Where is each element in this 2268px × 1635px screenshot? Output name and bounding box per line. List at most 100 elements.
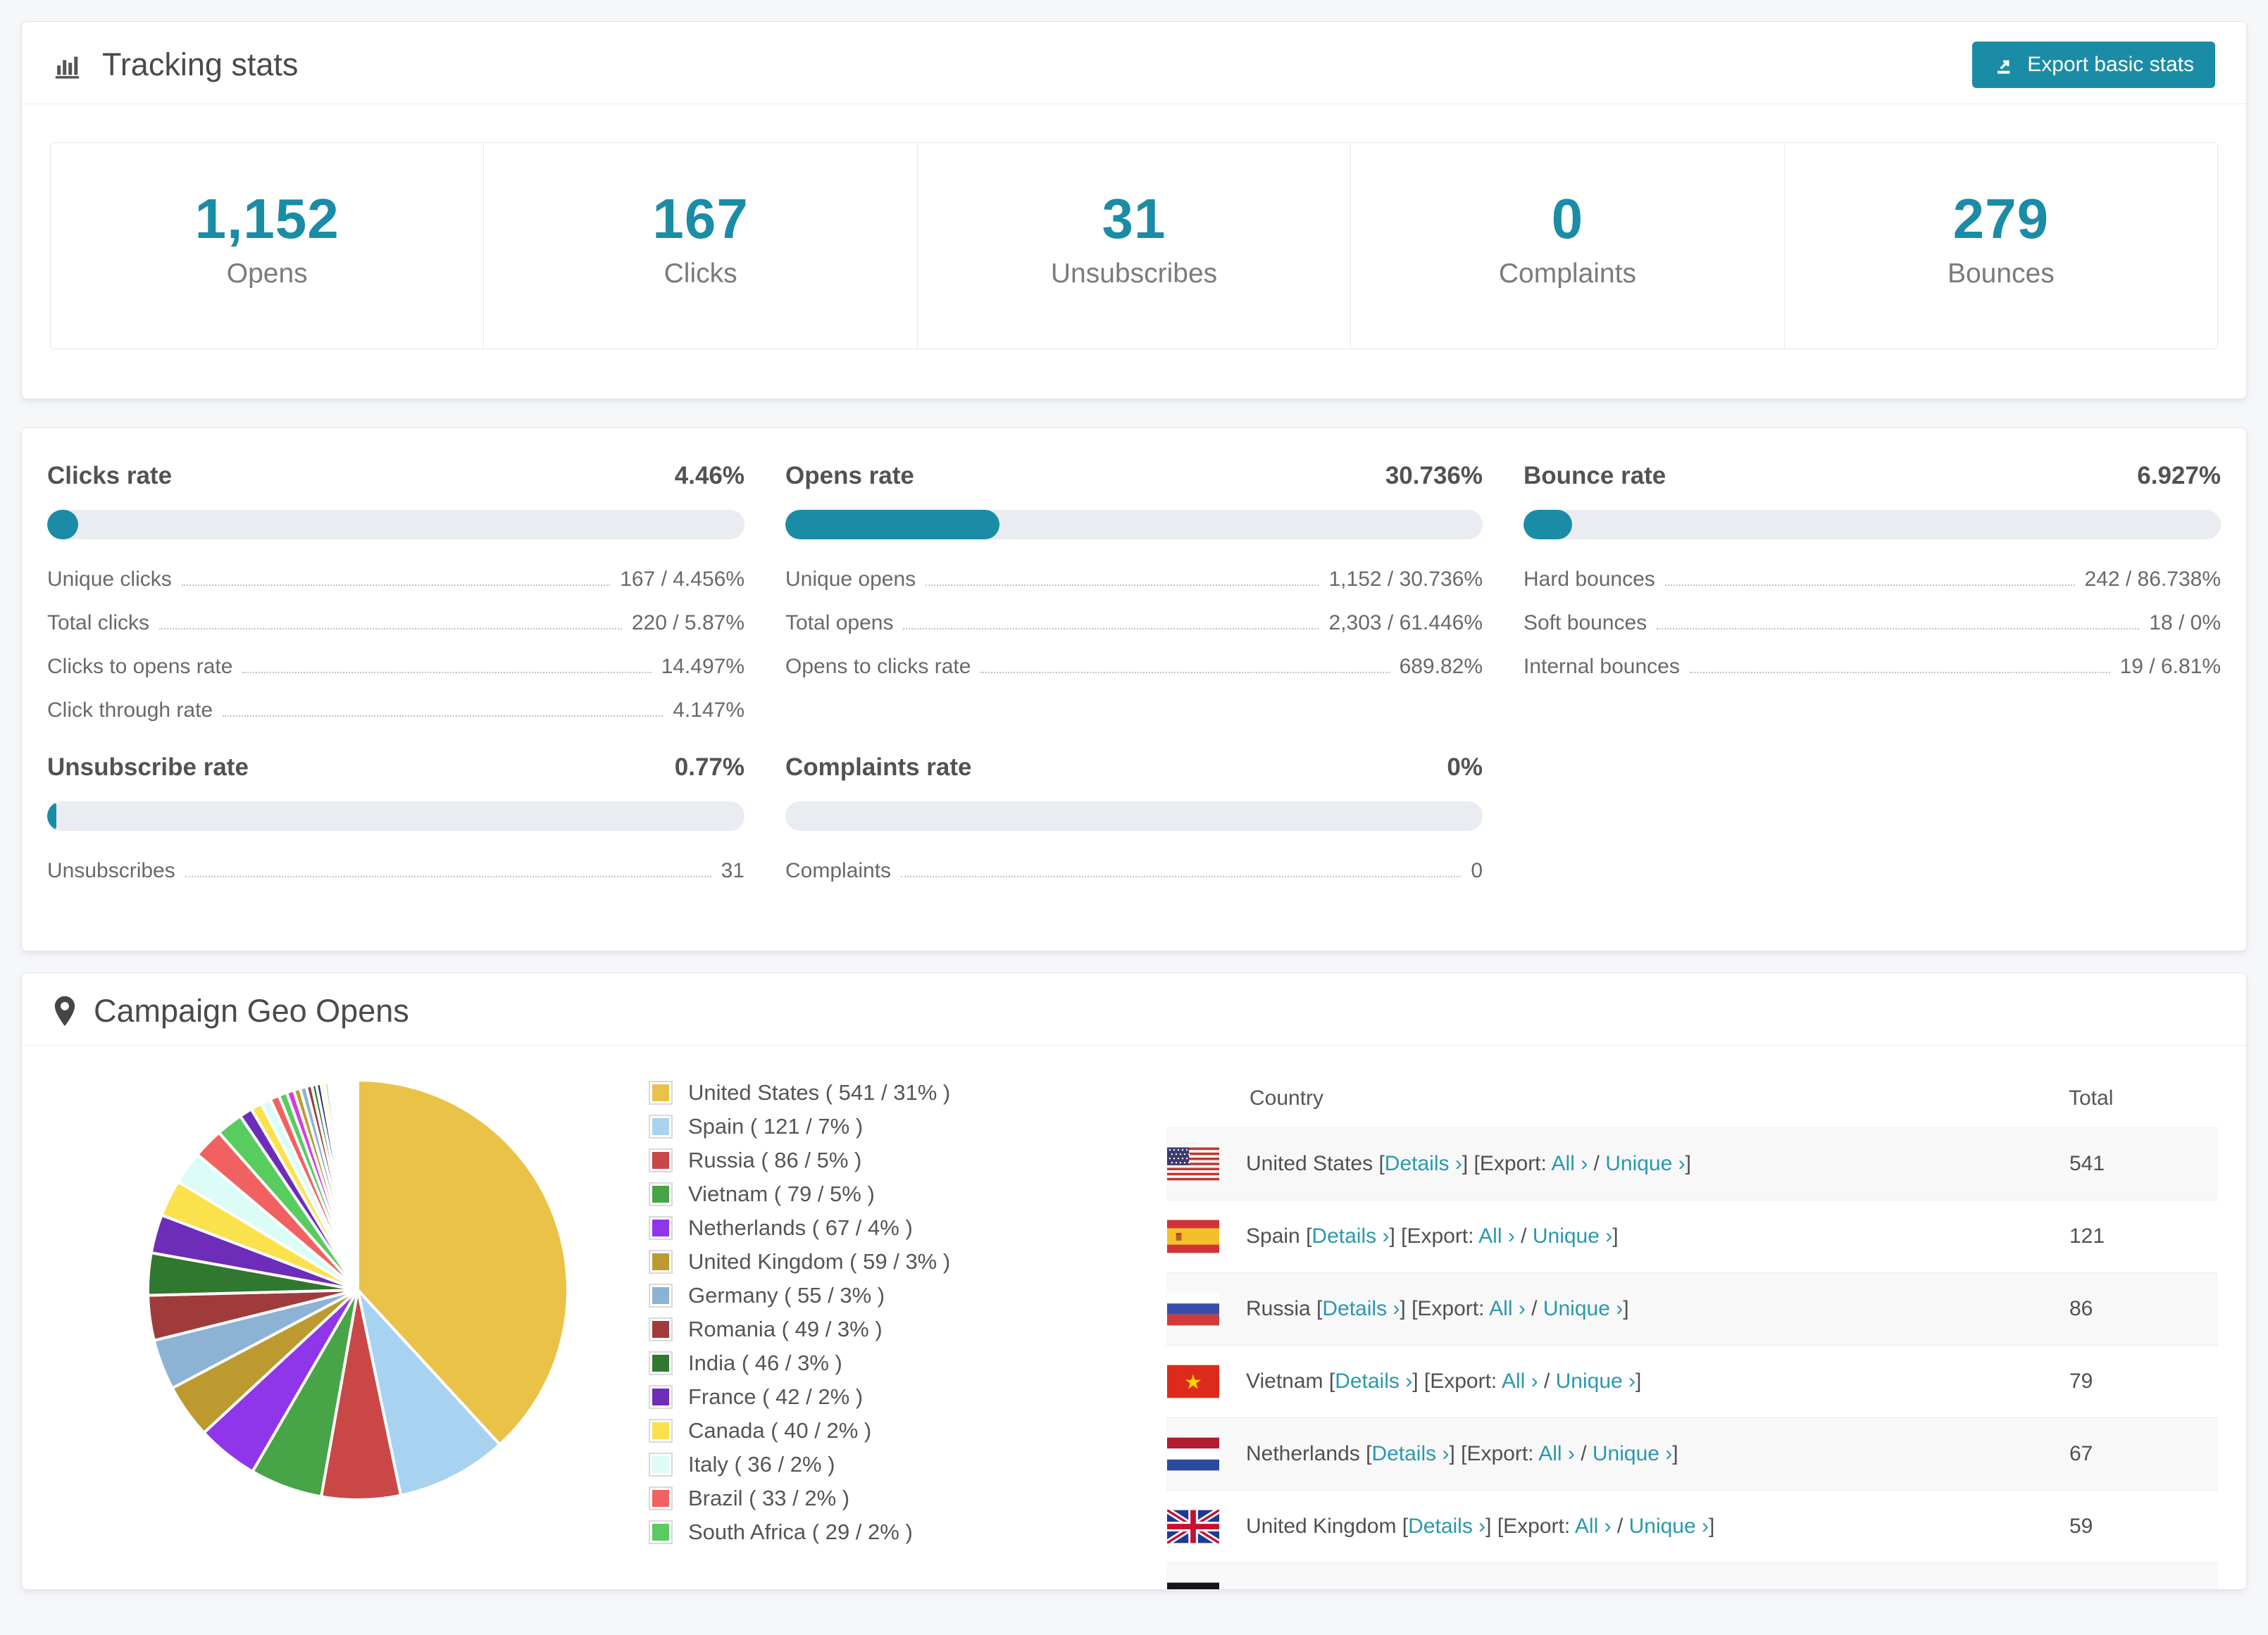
export-all-link[interactable]: All ›	[1552, 1152, 1588, 1175]
legend-label: Canada ( 40 / 2% )	[688, 1418, 872, 1443]
card-title-row: Tracking stats	[53, 46, 298, 83]
dotted-leader	[185, 876, 711, 877]
rate-stat-label: Clicks to opens rate	[47, 655, 233, 678]
progress-bar	[785, 801, 1483, 831]
legend-item-romania: Romania ( 49 / 3% )	[649, 1317, 1022, 1341]
stat-label: Bounces	[1947, 258, 2055, 289]
stat-value: 0	[1551, 187, 1584, 250]
total-cell: 55	[2069, 1563, 2218, 1589]
legend-swatch	[649, 1453, 673, 1477]
clicks-rate-panel: Clicks rate 4.46% Unique clicks 167 / 4.…	[47, 462, 744, 722]
progress-bar-fill	[1524, 510, 1572, 539]
rate-stat-value: 689.82%	[1399, 655, 1483, 678]
rate-stat-row: Unique clicks 167 / 4.456%	[47, 568, 744, 591]
opens-rate-panel: Opens rate 30.736% Unique opens 1,152 / …	[785, 462, 1483, 722]
export-all-link[interactable]: All ›	[1478, 1224, 1515, 1248]
export-all-link[interactable]: All ›	[1489, 1297, 1526, 1320]
export-unique-link[interactable]: Unique ›	[1605, 1152, 1685, 1175]
export-unique-link[interactable]: Unique ›	[1629, 1515, 1709, 1538]
dotted-leader	[1689, 672, 2110, 673]
export-all-link[interactable]: All ›	[1538, 1442, 1575, 1465]
flag-icon-de	[1167, 1582, 1219, 1589]
rate-stat-label: Unsubscribes	[47, 859, 175, 882]
geo-title-row: Campaign Geo Opens	[53, 993, 409, 1029]
export-all-link[interactable]: All ›	[1512, 1587, 1548, 1589]
rate-stat-value: 14.497%	[661, 655, 744, 678]
stat-value: 31	[1102, 187, 1166, 250]
export-button-label: Export basic stats	[2027, 53, 2194, 76]
country-cell: Spain [Details ›] [Export: All › / Uniqu…	[1167, 1220, 2068, 1253]
rate-title: Bounce rate	[1524, 462, 1666, 489]
country-cell: ★ Vietnam [Details ›] [Export: All › / U…	[1167, 1365, 2068, 1398]
export-all-link[interactable]: All ›	[1502, 1370, 1538, 1393]
details-link[interactable]: Details ›	[1322, 1297, 1400, 1320]
dotted-leader	[980, 672, 1390, 673]
legend-swatch	[649, 1250, 673, 1274]
export-unique-link[interactable]: Unique ›	[1593, 1442, 1672, 1465]
details-link[interactable]: Details ›	[1345, 1587, 1422, 1589]
stat-label: Clicks	[663, 258, 737, 289]
page-title: Tracking stats	[102, 46, 299, 82]
legend-item-canada: Canada ( 40 / 2% )	[649, 1419, 1022, 1443]
stat-value: 279	[1952, 187, 2050, 250]
export-unique-link[interactable]: Unique ›	[1556, 1370, 1635, 1393]
rate-stat-value: 4.147%	[673, 699, 744, 722]
country-text: United Kingdom [Details ›] [Export: All …	[1246, 1515, 1715, 1538]
column-header-total: Total	[2069, 1065, 2218, 1128]
unsubscribe-rate-panel: Unsubscribe rate 0.77% Unsubscribes 31	[47, 753, 744, 883]
legend-item-italy: Italy ( 36 / 2% )	[649, 1453, 1022, 1477]
details-link[interactable]: Details ›	[1311, 1224, 1389, 1248]
rate-stat-row: Hard bounces 242 / 86.738%	[1524, 568, 2221, 591]
legend-swatch	[649, 1419, 673, 1443]
export-unique-link[interactable]: Unique ›	[1543, 1297, 1623, 1320]
legend-item-united-kingdom: United Kingdom ( 59 / 3% )	[649, 1250, 1022, 1274]
details-link[interactable]: Details ›	[1408, 1515, 1485, 1538]
progress-bar	[785, 510, 1483, 539]
legend-item-spain: Spain ( 121 / 7% )	[649, 1115, 1022, 1139]
dotted-leader	[926, 584, 1319, 586]
export-unique-link[interactable]: Unique ›	[1533, 1224, 1612, 1248]
country-cell: Russia [Details ›] [Export: All › / Uniq…	[1167, 1292, 2068, 1326]
legend-swatch	[649, 1216, 673, 1240]
rate-title: Complaints rate	[785, 753, 972, 781]
rate-stat-value: 2,303 / 61.446%	[1328, 611, 1483, 634]
rate-stat-value: 31	[721, 859, 744, 882]
rate-stat-row: Complaints 0	[785, 859, 1483, 883]
details-link[interactable]: Details ›	[1371, 1442, 1449, 1465]
legend-label: United Kingdom ( 59 / 3% )	[688, 1249, 951, 1274]
rate-stat-label: Hard bounces	[1524, 568, 1655, 591]
rate-stat-value: 167 / 4.456%	[620, 568, 744, 591]
flag-icon-ru	[1167, 1292, 1219, 1326]
export-unique-link[interactable]: Unique ›	[1566, 1587, 1645, 1589]
details-link[interactable]: Details ›	[1385, 1152, 1462, 1175]
geo-opens-card: Campaign Geo Opens United States ( 541 /…	[21, 972, 2247, 1590]
rate-value: 4.46%	[674, 462, 744, 489]
rate-stat-row: Internal bounces 19 / 6.81%	[1524, 655, 2221, 679]
geo-row-united-states: United States [Details ›] [Export: All ›…	[1166, 1127, 2218, 1201]
details-link[interactable]: Details ›	[1335, 1370, 1412, 1393]
progress-bar	[47, 801, 744, 831]
rate-stat-value: 0	[1471, 859, 1483, 882]
legend-item-vietnam: Vietnam ( 79 / 5% )	[649, 1182, 1022, 1206]
rate-value: 6.927%	[2137, 462, 2221, 489]
legend-label: South Africa ( 29 / 2% )	[688, 1520, 913, 1544]
export-basic-stats-button[interactable]: Export basic stats	[1972, 42, 2215, 88]
legend-swatch	[649, 1317, 673, 1341]
stat-label: Opens	[226, 258, 308, 289]
legend-item-brazil: Brazil ( 33 / 2% )	[649, 1486, 1022, 1510]
rate-stat-label: Total opens	[785, 611, 894, 634]
country-text: Netherlands [Details ›] [Export: All › /…	[1246, 1442, 1678, 1465]
total-cell: 59	[2069, 1515, 2093, 1538]
dotted-leader	[903, 628, 1319, 629]
geo-row-netherlands: Netherlands [Details ›] [Export: All › /…	[1166, 1417, 2218, 1491]
rate-stat-value: 242 / 86.738%	[2084, 568, 2222, 591]
country-cell: United States [Details ›] [Export: All ›…	[1167, 1147, 2068, 1181]
rate-title: Clicks rate	[47, 462, 173, 489]
progress-bar	[1524, 510, 2221, 539]
legend-label: Brazil ( 33 / 2% )	[688, 1486, 850, 1510]
rate-stat-value: 1,152 / 30.736%	[1328, 568, 1483, 591]
rate-title: Unsubscribe rate	[47, 753, 249, 781]
export-all-link[interactable]: All ›	[1575, 1515, 1612, 1538]
empty-grid-cell	[1524, 753, 2221, 883]
rate-stat-label: Unique clicks	[47, 568, 172, 591]
